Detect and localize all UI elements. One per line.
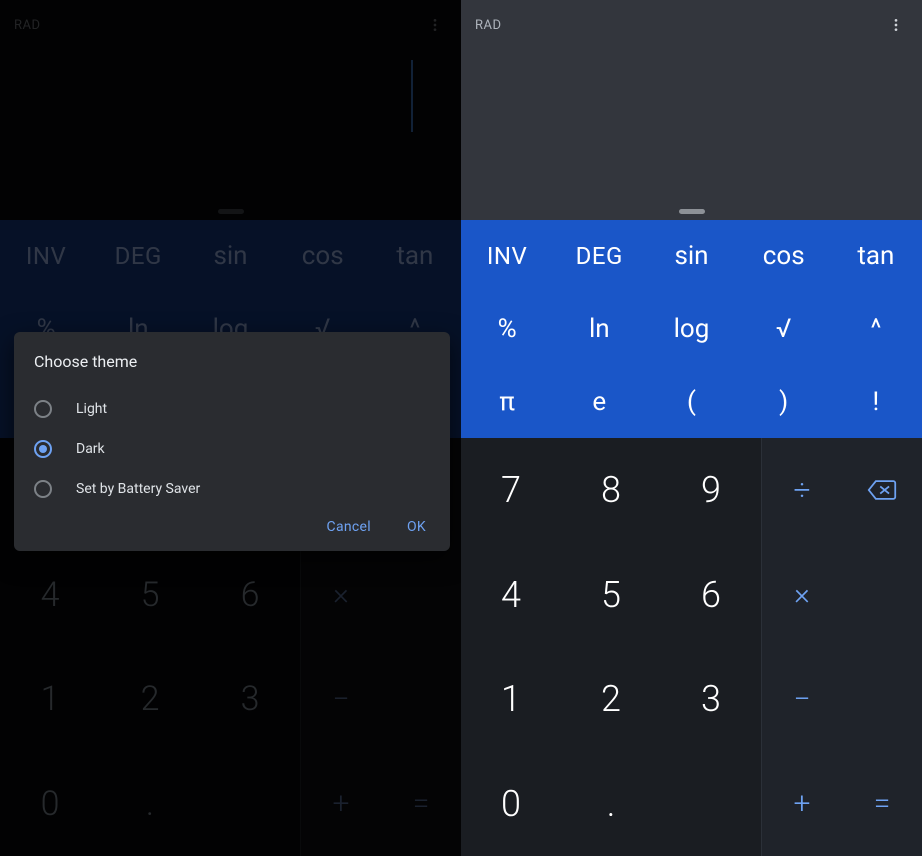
digit-8-button[interactable]: 8 bbox=[561, 438, 661, 543]
factorial-button[interactable]: ! bbox=[830, 365, 922, 438]
more-menu-button[interactable] bbox=[884, 13, 908, 37]
multiply-button[interactable]: × bbox=[762, 543, 842, 648]
digit-3-button[interactable]: 3 bbox=[661, 647, 761, 752]
scientific-panel: INV DEG sin cos tan % ln log √ ^ π e ( )… bbox=[461, 220, 922, 438]
tan-button[interactable]: tan bbox=[830, 220, 922, 293]
deg-button[interactable]: DEG bbox=[553, 220, 645, 293]
equals-button[interactable]: = bbox=[842, 752, 922, 856]
ok-button[interactable]: OK bbox=[407, 519, 426, 535]
sqrt-button[interactable]: √ bbox=[738, 293, 830, 366]
sin-button[interactable]: sin bbox=[645, 220, 737, 293]
digit-1-button[interactable]: 1 bbox=[461, 647, 561, 752]
backspace-button[interactable] bbox=[842, 438, 922, 543]
plus-button[interactable]: + bbox=[762, 752, 842, 856]
pi-button[interactable]: π bbox=[461, 365, 553, 438]
op-spacer bbox=[842, 543, 922, 648]
operator-column: ÷ × − + = bbox=[761, 438, 922, 856]
log-button[interactable]: log bbox=[645, 293, 737, 366]
dialog-title: Choose theme bbox=[34, 352, 430, 371]
e-button[interactable]: e bbox=[553, 365, 645, 438]
digit-0-button[interactable]: 0 bbox=[461, 752, 561, 856]
divide-button[interactable]: ÷ bbox=[762, 438, 842, 543]
lparen-button[interactable]: ( bbox=[645, 365, 737, 438]
display-area[interactable] bbox=[461, 50, 922, 220]
digit-9-button[interactable]: 9 bbox=[661, 438, 761, 543]
radio-icon bbox=[34, 400, 52, 418]
radio-selected-icon bbox=[34, 440, 52, 458]
rparen-button[interactable]: ) bbox=[738, 365, 830, 438]
op-spacer bbox=[842, 647, 922, 752]
theme-option-dark[interactable]: Dark bbox=[34, 429, 430, 469]
inv-button[interactable]: INV bbox=[461, 220, 553, 293]
backspace-icon bbox=[867, 479, 897, 501]
digit-6-button[interactable]: 6 bbox=[661, 543, 761, 648]
cancel-button[interactable]: Cancel bbox=[327, 519, 371, 535]
choose-theme-dialog: Choose theme Light Dark Set by Battery S… bbox=[14, 332, 450, 551]
theme-option-light[interactable]: Light bbox=[34, 389, 430, 429]
theme-option-battery[interactable]: Set by Battery Saver bbox=[34, 469, 430, 509]
calculator-pane-left: RAD INV DEG sin cos tan % ln log √ ^ π e… bbox=[0, 0, 461, 856]
radio-icon bbox=[34, 480, 52, 498]
percent-button[interactable]: % bbox=[461, 293, 553, 366]
calculator-pane-right: RAD INV DEG sin cos tan % ln log √ ^ π e… bbox=[461, 0, 922, 856]
more-vert-icon bbox=[888, 17, 904, 33]
theme-option-label: Light bbox=[76, 401, 107, 417]
theme-option-label: Set by Battery Saver bbox=[76, 481, 200, 497]
ln-button[interactable]: ln bbox=[553, 293, 645, 366]
minus-button[interactable]: − bbox=[762, 647, 842, 752]
keypad: 7 8 9 4 5 6 1 2 3 0 . ÷ × − bbox=[461, 438, 922, 856]
digit-5-button[interactable]: 5 bbox=[561, 543, 661, 648]
digit-2-button[interactable]: 2 bbox=[561, 647, 661, 752]
theme-option-label: Dark bbox=[76, 441, 105, 457]
topbar: RAD bbox=[461, 0, 922, 50]
digit-grid: 7 8 9 4 5 6 1 2 3 0 . bbox=[461, 438, 761, 856]
dialog-actions: Cancel OK bbox=[34, 509, 430, 543]
drag-handle-icon[interactable] bbox=[679, 209, 705, 214]
angle-mode-label[interactable]: RAD bbox=[475, 18, 502, 33]
decimal-button[interactable]: . bbox=[561, 752, 661, 856]
power-button[interactable]: ^ bbox=[830, 293, 922, 366]
digit-7-button[interactable]: 7 bbox=[461, 438, 561, 543]
digit-4-button[interactable]: 4 bbox=[461, 543, 561, 648]
cos-button[interactable]: cos bbox=[738, 220, 830, 293]
